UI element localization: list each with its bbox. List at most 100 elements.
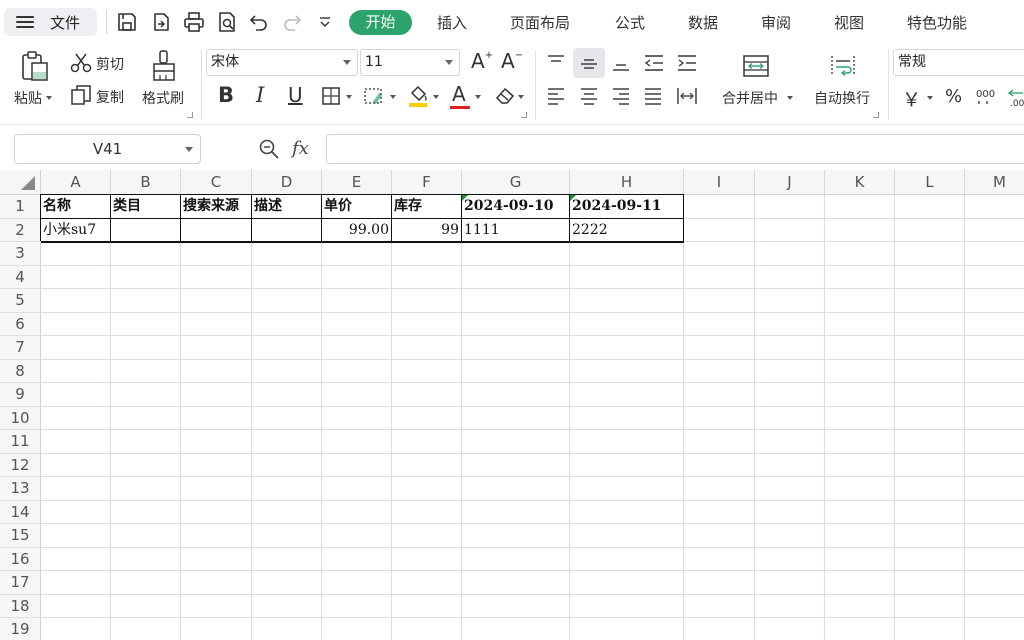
row-header-6[interactable]: 6 [0,312,41,336]
spreadsheet-grid[interactable]: ABCDEFGHIJKLM 1 2 3 4 5 6 7 8 9 10 11 12 13 14 15 16 17 1… [0,170,1024,640]
column-header-i[interactable]: I [684,170,755,195]
column-header-a[interactable]: A [41,170,111,195]
cell-b2[interactable] [111,219,180,242]
alignment-dialog-launcher[interactable] [873,112,879,118]
tab-insert[interactable]: 插入 [437,12,467,33]
cell-d1[interactable]: 描述 [252,195,321,218]
row-header-3[interactable]: 3 [0,242,41,266]
number-as-text-indicator-icon[interactable] [462,195,468,201]
tab-special-features[interactable]: 特色功能 [907,12,967,33]
tab-view[interactable]: 视图 [834,12,864,33]
shrink-font-button[interactable]: A− [501,49,523,73]
column-header-j[interactable]: J [755,170,825,195]
currency-button[interactable]: ￥ [902,85,921,112]
column-header-k[interactable]: K [825,170,895,195]
column-header-b[interactable]: B [111,170,181,195]
print-icon[interactable] [183,11,205,33]
tab-formulas[interactable]: 公式 [615,12,645,33]
increase-indent-icon[interactable] [676,54,698,72]
cell-a2[interactable]: 小米su7 [41,219,110,242]
cell-h1[interactable]: 2024-09-11 [570,195,683,218]
align-left-icon[interactable] [546,87,566,105]
export-icon[interactable] [150,11,172,33]
tab-home[interactable]: 开始 [349,10,412,35]
copy-icon[interactable] [70,84,92,106]
cell-style-icon[interactable] [363,86,387,108]
cell-c1[interactable]: 搜索来源 [181,195,251,218]
name-box[interactable]: V41 [14,134,201,164]
row-header-8[interactable]: 8 [0,359,41,383]
format-painter-icon[interactable] [150,49,178,83]
paste-icon[interactable] [20,50,50,82]
percent-button[interactable]: % [945,86,962,107]
cell-e1[interactable]: 单价 [322,195,391,218]
column-header-e[interactable]: E [322,170,392,195]
save-icon[interactable] [116,11,138,33]
thousands-separator-icon[interactable]: 000 [975,86,1001,108]
row-header-5[interactable]: 5 [0,289,41,313]
select-all-corner[interactable] [0,170,41,195]
format-painter-label[interactable]: 格式刷 [142,88,184,108]
clear-dropdown-caret[interactable] [518,95,524,99]
font-color-button[interactable]: A [452,82,466,106]
merge-center-icon[interactable] [742,52,770,80]
row-header-16[interactable]: 16 [0,547,41,571]
cell-a1[interactable]: 名称 [41,195,110,218]
tab-data[interactable]: 数据 [688,12,718,33]
scissors-icon[interactable] [70,52,92,74]
align-center-icon[interactable] [579,87,599,105]
column-header-f[interactable]: F [392,170,462,195]
paste-dropdown-caret[interactable] [46,96,52,100]
cell-g2[interactable]: 1111 [462,219,569,242]
wrap-text-label[interactable]: 自动换行 [814,88,870,108]
customize-icon[interactable] [314,11,336,33]
column-header-d[interactable]: D [252,170,322,195]
cell-b1[interactable]: 类目 [111,195,180,218]
formula-input[interactable] [326,134,1024,164]
cell-e2[interactable]: 99.00 [322,219,391,242]
row-header-12[interactable]: 12 [0,453,41,477]
currency-dropdown-caret[interactable] [927,96,933,100]
column-header-m[interactable]: M [965,170,1024,195]
merge-dropdown-caret[interactable] [787,96,793,100]
underline-button[interactable]: U [288,83,303,107]
grow-font-button[interactable]: A+ [471,49,493,73]
row-header-9[interactable]: 9 [0,383,41,407]
cell-h2[interactable]: 2222 [570,219,683,242]
font-color-dropdown-caret[interactable] [475,95,481,99]
align-right-icon[interactable] [611,87,631,105]
cell-f1[interactable]: 库存 [392,195,461,218]
row-header-19[interactable]: 19 [0,618,41,640]
number-format-select[interactable]: 常规 [893,49,1024,76]
row-header-2[interactable]: 2 [0,218,41,242]
cell-c2[interactable] [181,219,251,242]
tab-page-layout[interactable]: 页面布局 [510,12,570,33]
row-header-13[interactable]: 13 [0,477,41,501]
cut-label[interactable]: 剪切 [96,54,124,74]
file-menu-button[interactable]: 文件 [4,8,97,36]
row-header-11[interactable]: 11 [0,430,41,454]
column-header-h[interactable]: H [570,170,684,195]
clipboard-dialog-launcher[interactable] [187,112,193,118]
justify-icon[interactable] [643,87,663,105]
merge-center-label[interactable]: 合并居中 [722,88,778,108]
cell-style-dropdown-caret[interactable] [390,95,396,99]
tab-review[interactable]: 审阅 [761,12,791,33]
undo-icon[interactable] [248,11,270,33]
cell-f2[interactable]: 99 [392,219,461,242]
align-top-icon[interactable] [546,54,566,72]
row-header-1[interactable]: 1 [0,195,41,219]
zoom-formula-icon[interactable] [258,138,280,160]
wrap-text-icon[interactable] [829,52,857,80]
fill-color-dropdown-caret[interactable] [433,95,439,99]
row-header-17[interactable]: 17 [0,571,41,595]
column-header-l[interactable]: L [895,170,965,195]
number-as-text-indicator-icon[interactable] [570,195,576,201]
decrease-indent-icon[interactable] [643,54,665,72]
redo-icon[interactable] [281,11,303,33]
row-header-15[interactable]: 15 [0,524,41,548]
row-header-7[interactable]: 7 [0,336,41,360]
italic-button[interactable]: I [256,83,264,107]
borders-icon[interactable] [321,86,341,106]
row-header-10[interactable]: 10 [0,406,41,430]
